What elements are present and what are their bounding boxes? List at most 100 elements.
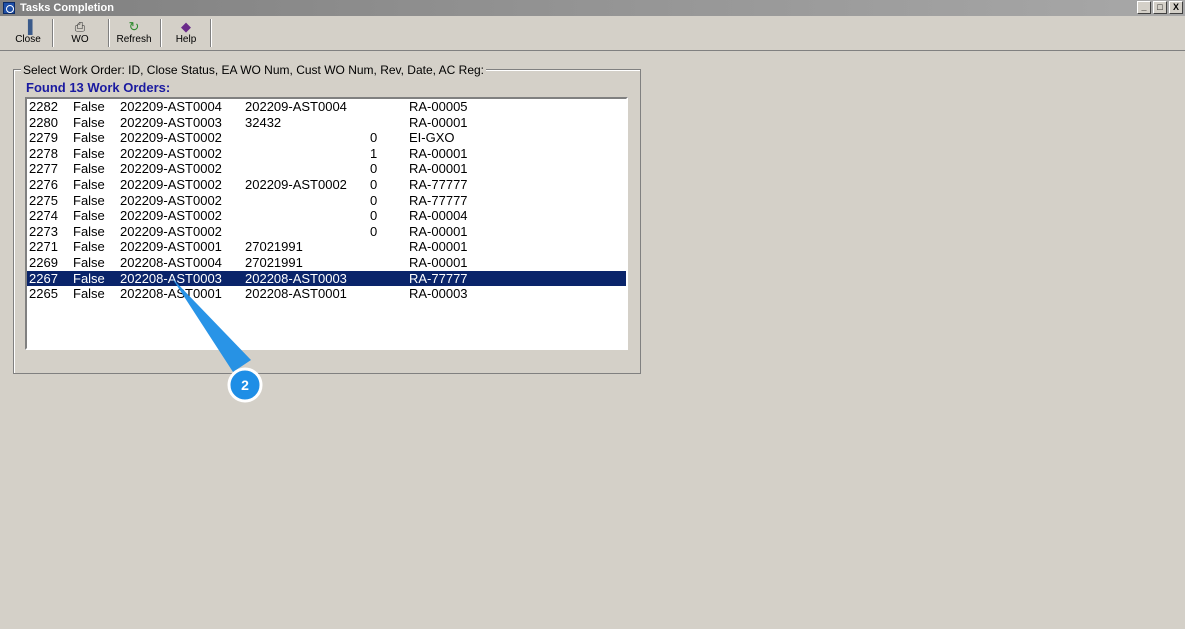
close-status-cell: False xyxy=(73,270,105,286)
help-book-icon: ◆ xyxy=(181,19,191,34)
ac-reg-cell: RA-00001 xyxy=(409,223,468,239)
work-order-row[interactable]: 2275 False 202209-AST0002 0 RA-77777 xyxy=(27,193,626,209)
ea-wo-num-cell: 202209-AST0002 xyxy=(120,161,222,177)
printer-icon: ⎙ xyxy=(74,19,86,34)
window-controls: _ □ X xyxy=(1137,1,1183,14)
close-status-cell: False xyxy=(73,255,105,270)
work-order-row[interactable]: 2277 False 202209-AST0002 0 RA-00001 xyxy=(27,161,626,177)
found-count-label: Found 13 Work Orders: xyxy=(26,80,171,95)
toolbar-separator xyxy=(52,19,54,47)
ac-reg-cell: RA-00004 xyxy=(409,208,468,224)
ea-wo-num-cell: 202209-AST0002 xyxy=(120,130,222,146)
ac-reg-cell: RA-00001 xyxy=(409,255,468,270)
close-status-cell: False xyxy=(73,223,105,239)
ea-wo-num-cell: 202209-AST0002 xyxy=(120,223,222,239)
wo-id-cell: 2278 xyxy=(29,145,58,161)
wo-id-cell: 2276 xyxy=(29,177,58,192)
close-status-cell: False xyxy=(73,130,105,146)
close-button[interactable]: ▐ Close xyxy=(8,19,48,49)
wo-id-cell: 2273 xyxy=(29,223,58,239)
ac-reg-cell: RA-00001 xyxy=(409,145,468,161)
work-order-row[interactable]: 2279 False 202209-AST0002 0 EI-GXO xyxy=(27,130,626,146)
maximize-button[interactable]: □ xyxy=(1153,1,1167,14)
wo-id-cell: 2267 xyxy=(29,270,58,286)
ac-reg-cell: RA-00001 xyxy=(409,114,468,130)
ea-wo-num-cell: 202209-AST0002 xyxy=(120,145,222,161)
work-order-row[interactable]: 2278 False 202209-AST0002 1 RA-00001 xyxy=(27,146,626,162)
ea-wo-num-cell: 202209-AST0001 xyxy=(120,239,222,255)
close-status-cell: False xyxy=(73,286,105,302)
work-order-row[interactable]: 2273 False 202209-AST0002 0 RA-00001 xyxy=(27,224,626,240)
work-order-row[interactable]: 2269 False 202208-AST0004 27021991 RA-00001 xyxy=(27,255,626,271)
ea-wo-num-cell: 202209-AST0004 xyxy=(120,99,222,114)
help-button-label: Help xyxy=(175,34,197,45)
cust-wo-num-cell: 202209-AST0002 xyxy=(245,177,347,192)
ea-wo-num-cell: 202209-AST0002 xyxy=(120,177,222,192)
rev-cell: 0 xyxy=(370,208,378,224)
help-button[interactable]: ◆ Help xyxy=(168,19,204,49)
window-title: Tasks Completion xyxy=(20,2,114,14)
wo-id-cell: 2279 xyxy=(29,130,58,146)
cust-wo-num-cell: 27021991 xyxy=(245,239,303,255)
wo-id-cell: 2274 xyxy=(29,208,58,224)
callout-number: 2 xyxy=(241,377,249,393)
wo-id-cell: 2282 xyxy=(29,99,58,114)
work-order-row[interactable]: 2267 False 202208-AST0003 202208-AST0003 RA-… xyxy=(27,270,626,287)
wo-id-cell: 2271 xyxy=(29,239,58,255)
wo-id-cell: 2275 xyxy=(29,192,58,208)
close-status-cell: False xyxy=(73,161,105,177)
ac-reg-cell: EI-GXO xyxy=(409,130,455,146)
work-order-listbox[interactable]: 2282 False 202209-AST0004 202209-AST0004 RA-… xyxy=(25,97,628,350)
minimize-button[interactable]: _ xyxy=(1137,1,1151,14)
work-order-row[interactable]: 2280 False 202209-AST0003 32432 RA-00001 xyxy=(27,115,626,131)
wo-button-label: WO xyxy=(71,34,89,45)
work-order-row[interactable]: 2271 False 202209-AST0001 27021991 RA-00001 xyxy=(27,239,626,255)
toolbar-separator xyxy=(160,19,162,47)
ea-wo-num-cell: 202209-AST0002 xyxy=(120,192,222,208)
work-order-row[interactable]: 2276 False 202209-AST0002 202209-AST0002 0 RA… xyxy=(27,177,626,193)
title-bar: Tasks Completion _ □ X xyxy=(0,0,1185,16)
refresh-button-label: Refresh xyxy=(116,34,152,45)
work-order-row[interactable]: 2265 False 202208-AST0001 202208-AST0001 RA-… xyxy=(27,286,626,302)
ea-wo-num-cell: 202209-AST0002 xyxy=(120,208,222,224)
ac-reg-cell: RA-77777 xyxy=(409,270,468,286)
rev-cell: 0 xyxy=(370,192,378,208)
refresh-button[interactable]: ↻ Refresh xyxy=(114,19,154,49)
exit-door-icon: ▐ xyxy=(23,19,33,34)
ea-wo-num-cell: 202208-AST0004 xyxy=(120,255,222,270)
close-status-cell: False xyxy=(73,145,105,161)
toolbar-separator xyxy=(108,19,110,47)
cust-wo-num-cell: 202208-AST0003 xyxy=(245,270,347,286)
toolbar: ▐ Close ⎙ WO ↻ Refresh ◆ Help xyxy=(0,16,1185,51)
wo-id-cell: 2277 xyxy=(29,161,58,177)
close-status-cell: False xyxy=(73,208,105,224)
ac-reg-cell: RA-00001 xyxy=(409,239,468,255)
cust-wo-num-cell: 32432 xyxy=(245,114,282,130)
wo-id-cell: 2280 xyxy=(29,114,58,130)
close-button-label: Close xyxy=(15,34,41,45)
ac-reg-cell: RA-77777 xyxy=(409,192,468,208)
rev-cell: 0 xyxy=(370,223,378,239)
ac-reg-cell: RA-77777 xyxy=(409,177,468,192)
close-window-button[interactable]: X xyxy=(1169,1,1183,14)
cust-wo-num-cell: 202209-AST0004 xyxy=(245,99,347,114)
work-order-row[interactable]: 2282 False 202209-AST0004 202209-AST0004 RA-… xyxy=(27,99,626,115)
wo-id-cell: 2265 xyxy=(29,286,58,302)
close-status-cell: False xyxy=(73,99,105,114)
close-status-cell: False xyxy=(73,239,105,255)
wo-id-cell: 2269 xyxy=(29,255,58,270)
wo-button[interactable]: ⎙ WO xyxy=(62,19,98,49)
work-order-row[interactable]: 2274 False 202209-AST0002 0 RA-00004 xyxy=(27,208,626,224)
ac-reg-cell: RA-00003 xyxy=(409,286,468,302)
rev-cell: 1 xyxy=(370,145,378,161)
rev-cell: 0 xyxy=(370,177,378,192)
toolbar-separator xyxy=(210,19,212,47)
rev-cell: 0 xyxy=(370,130,378,146)
close-status-cell: False xyxy=(73,192,105,208)
group-legend: Select Work Order: ID, Close Status, EA … xyxy=(21,63,487,77)
ac-reg-cell: RA-00005 xyxy=(409,99,468,114)
close-status-cell: False xyxy=(73,177,105,192)
ea-wo-num-cell: 202208-AST0003 xyxy=(120,270,222,286)
app-icon xyxy=(3,2,15,14)
ea-wo-num-cell: 202208-AST0001 xyxy=(120,286,222,302)
